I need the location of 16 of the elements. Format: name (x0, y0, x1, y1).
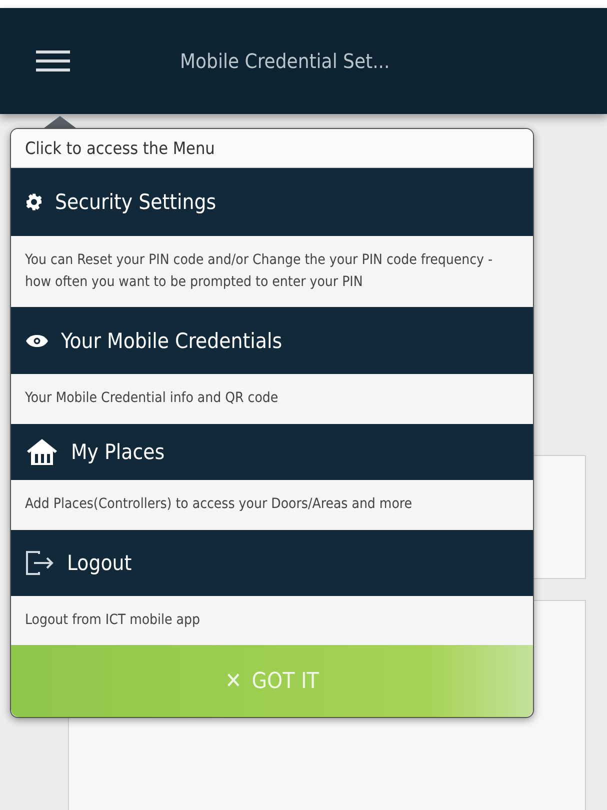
section-title: Security Settings (55, 190, 216, 214)
section-title: Logout (67, 550, 132, 575)
section-description: Logout from ICT mobile app (24, 610, 201, 630)
header-title: Mobile Credential Set... (180, 49, 390, 73)
eye-icon (25, 334, 49, 348)
house-icon (25, 438, 59, 466)
section-description: Your Mobile Credential info and QR code (24, 389, 280, 408)
section-title: My Places (71, 440, 165, 464)
section-description: You can Reset your PIN code and/or Change the your PIN code frequency - how often you want to be prompted to enter your PIN (24, 251, 494, 292)
section-description: Add Places(Controllers) to access your Doors/Areas and more (24, 495, 414, 514)
got-it-button[interactable]: ✕ GOT IT (11, 645, 533, 718)
menu-icon[interactable] (36, 50, 70, 72)
logout-icon (25, 550, 55, 576)
guide-caption: Click to access the Menu (11, 129, 533, 168)
section-title: Your Mobile Credentials (61, 328, 282, 353)
gear-icon (25, 193, 43, 211)
